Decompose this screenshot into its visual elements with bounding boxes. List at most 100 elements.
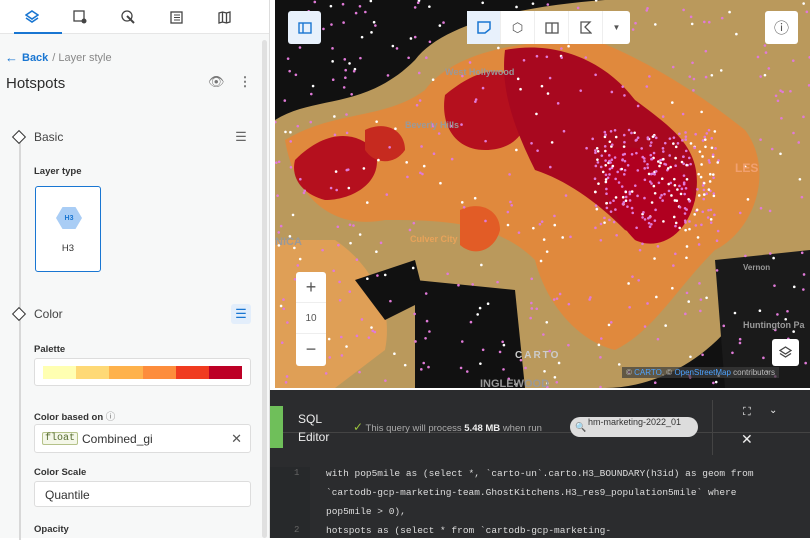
kitchen-point [608, 201, 612, 205]
connection-selector[interactable]: 🔍 hm-marketing-2022_01 [570, 417, 698, 437]
kitchen-point [605, 201, 609, 205]
fullscreen-icon[interactable]: ⛶ [743, 406, 751, 419]
visibility-eye-icon[interactable]: 👁 [208, 74, 225, 90]
kitchen-point [627, 128, 631, 132]
info-button[interactable]: ⓘ [765, 11, 798, 44]
kitchen-point [425, 319, 429, 323]
kitchen-point [358, 4, 362, 8]
palette-selector[interactable] [34, 358, 251, 386]
zoom-out-button[interactable]: − [296, 334, 326, 365]
kitchen-point [707, 128, 711, 132]
kitchen-point [313, 0, 317, 4]
kitchen-point [651, 172, 655, 176]
back-link[interactable]: Back [22, 52, 48, 64]
kitchen-point [662, 220, 665, 223]
kitchen-point [476, 313, 479, 316]
kitchen-point [479, 362, 482, 365]
kitchen-point [770, 147, 774, 151]
clear-field-icon[interactable]: ✕ [231, 431, 242, 447]
kitchen-point [759, 75, 762, 78]
map-canvas[interactable]: West Hollywood Beverly Hills Culver City… [275, 0, 810, 388]
kitchen-point [535, 112, 538, 116]
kitchen-point [710, 136, 713, 140]
kitchen-point [364, 10, 367, 14]
collapse-chevron-icon[interactable]: ⌄ [769, 405, 777, 416]
kitchen-point [728, 10, 731, 14]
kitchen-point [460, 201, 464, 204]
kitchen-point [348, 223, 352, 227]
zoom-in-button[interactable]: + [296, 272, 326, 303]
map-toolbar: ⬡ ▼ [467, 11, 630, 44]
kitchen-point [800, 251, 804, 255]
kitchen-point [501, 340, 504, 344]
kitchen-point [650, 222, 653, 226]
sql-code-editor[interactable]: 1 with pop5mile as (select *, `carto-un`.… [270, 467, 810, 538]
line-number-gutter [270, 467, 310, 538]
osm-attribution-link[interactable]: OpenStreetMap [674, 368, 730, 377]
color-section-marker [11, 306, 27, 322]
basic-settings-button[interactable]: ☰ [231, 127, 251, 147]
kitchen-point [594, 151, 597, 155]
tab-basemap[interactable] [200, 0, 248, 34]
kitchen-point [604, 173, 608, 177]
kitchen-point [703, 135, 707, 139]
color-scale-select[interactable]: Quantile [34, 481, 251, 507]
kitchen-point [676, 188, 679, 191]
kitchen-point [331, 47, 334, 50]
kitchen-point [545, 250, 549, 253]
tab-interactions[interactable] [104, 0, 152, 34]
kitchen-point [705, 296, 708, 300]
kitchen-point [681, 112, 685, 116]
kitchen-point [647, 221, 651, 225]
kitchen-point [645, 85, 649, 88]
kitchen-point [280, 341, 284, 345]
kitchen-point [614, 177, 617, 181]
kitchen-point [652, 151, 656, 155]
sidebar-scrollbar[interactable] [262, 40, 267, 538]
kitchen-point [497, 46, 500, 50]
kitchen-point [674, 156, 677, 160]
more-options-icon[interactable]: ⋮ [239, 74, 252, 90]
kitchen-point [714, 380, 718, 384]
kitchen-point [668, 137, 672, 140]
lasso-tool-button[interactable] [569, 11, 603, 44]
kitchen-point [636, 169, 640, 172]
toggle-sidebar-button[interactable] [288, 11, 321, 44]
color-settings-button[interactable]: ☰ [231, 304, 251, 324]
kitchen-point [713, 130, 717, 133]
kitchen-point [341, 2, 345, 6]
tab-layers[interactable] [8, 0, 62, 34]
legend-layers-button[interactable] [772, 339, 799, 366]
carto-attribution-link[interactable]: CARTO [634, 368, 662, 377]
kitchen-point [386, 74, 390, 77]
tab-data[interactable] [152, 0, 200, 34]
color-field-select[interactable]: float Combined_gi ✕ [34, 424, 251, 453]
kitchen-point [697, 172, 700, 176]
basic-section-title: Basic [34, 130, 64, 144]
3d-view-button[interactable]: ⬡ [501, 11, 535, 44]
kitchen-point [594, 204, 598, 207]
interactions-icon [121, 10, 135, 24]
back-arrow-icon[interactable]: ← [5, 50, 18, 65]
kitchen-point [298, 46, 302, 49]
kitchen-point [693, 213, 696, 216]
sql-editor-panel: SQL Editor ✓ This query will process 5.48… [270, 390, 810, 538]
kitchen-point [774, 94, 778, 98]
tab-widgets[interactable] [56, 0, 104, 34]
sql-collapse-tab[interactable] [270, 406, 283, 448]
split-view-button[interactable] [535, 11, 569, 44]
kitchen-point [669, 181, 673, 185]
kitchen-point [642, 211, 645, 214]
kitchen-point [420, 145, 423, 148]
kitchen-point [701, 184, 705, 187]
kitchen-point [684, 149, 688, 153]
tools-dropdown-button[interactable]: ▼ [603, 11, 630, 44]
kitchen-point [643, 167, 647, 170]
help-icon[interactable]: ⓘ [106, 412, 116, 423]
draw-tool-button[interactable] [467, 11, 501, 44]
kitchen-point [460, 123, 463, 126]
kitchen-point [710, 146, 714, 150]
layer-type-h3-card[interactable]: H3 H3 [35, 186, 101, 272]
close-sql-editor-icon[interactable]: ✕ [741, 431, 753, 448]
kitchen-point [685, 291, 689, 295]
